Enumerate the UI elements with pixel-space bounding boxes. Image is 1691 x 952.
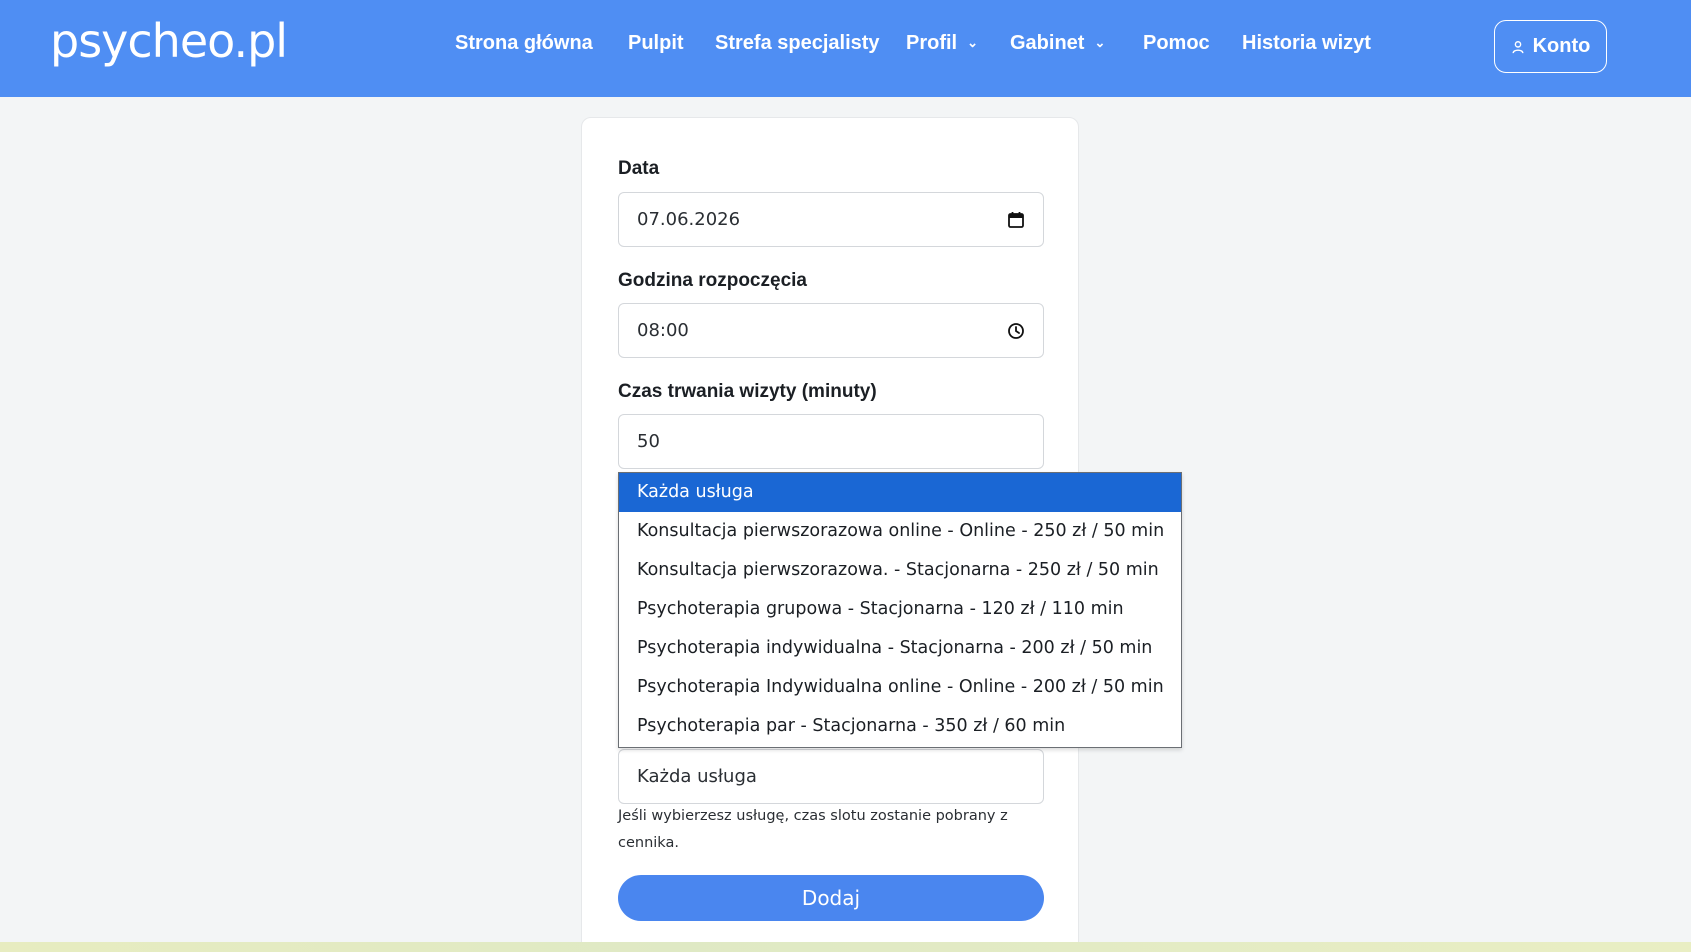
service-hint: Jeśli wybierzesz usługę, czas slotu zost…	[618, 808, 1008, 851]
duration-value: 50	[637, 431, 660, 452]
date-input[interactable]: 07.06.2026	[618, 192, 1044, 247]
nav-item-office[interactable]: Gabinet ⌄	[1010, 32, 1105, 55]
service-option[interactable]: Psychoterapia grupowa - Stacjonarna - 12…	[619, 590, 1181, 629]
add-button[interactable]: Dodaj	[618, 875, 1044, 921]
account-label: Konto	[1532, 35, 1591, 57]
account-button[interactable]: Konto	[1494, 20, 1607, 73]
nav-item-help[interactable]: Pomoc	[1143, 32, 1210, 55]
chevron-down-icon: ⌄	[1094, 35, 1106, 50]
service-option[interactable]: Konsultacja pierwszorazowa. - Stacjonarn…	[619, 551, 1181, 590]
service-option[interactable]: Psychoterapia indywidualna - Stacjonarna…	[619, 629, 1181, 668]
top-navigation-bar: psycheo.pl Strona główna Pulpit Strefa s…	[0, 0, 1691, 97]
calendar-icon[interactable]	[1007, 211, 1025, 229]
nav-item-home[interactable]: Strona główna	[455, 32, 593, 55]
user-icon	[1512, 40, 1524, 53]
duration-label: Czas trwania wizyty (minuty)	[618, 381, 877, 402]
bottom-edge-strip	[0, 942, 1691, 952]
duration-input[interactable]: 50	[618, 414, 1044, 469]
nav-item-visit-history[interactable]: Historia wizyt	[1242, 32, 1371, 55]
date-label: Data	[618, 158, 660, 179]
start-time-value: 08:00	[637, 320, 689, 341]
service-option[interactable]: Każda usługa	[619, 473, 1181, 512]
service-option[interactable]: Konsultacja pierwszorazowa online - Onli…	[619, 512, 1181, 551]
nav-item-profile[interactable]: Profil ⌄	[906, 32, 978, 55]
date-value: 07.06.2026	[637, 209, 741, 230]
nav-item-specialist-zone[interactable]: Strefa specjalisty	[715, 32, 880, 55]
chevron-down-icon: ⌄	[967, 35, 979, 50]
start-time-label: Godzina rozpoczęcia	[618, 270, 807, 291]
start-time-input[interactable]: 08:00	[618, 303, 1044, 358]
service-select-value: Każda usługa	[637, 766, 757, 787]
service-select[interactable]: Każda usługa	[618, 749, 1044, 804]
service-dropdown-list: Każda usługa Konsultacja pierwszorazowa …	[618, 472, 1182, 748]
nav-item-dashboard[interactable]: Pulpit	[628, 32, 684, 55]
service-option[interactable]: Psychoterapia par - Stacjonarna - 350 zł…	[619, 707, 1181, 746]
site-logo[interactable]: psycheo.pl	[50, 14, 288, 68]
service-option[interactable]: Psychoterapia Indywidualna online - Onli…	[619, 668, 1181, 707]
clock-icon[interactable]	[1007, 322, 1025, 340]
